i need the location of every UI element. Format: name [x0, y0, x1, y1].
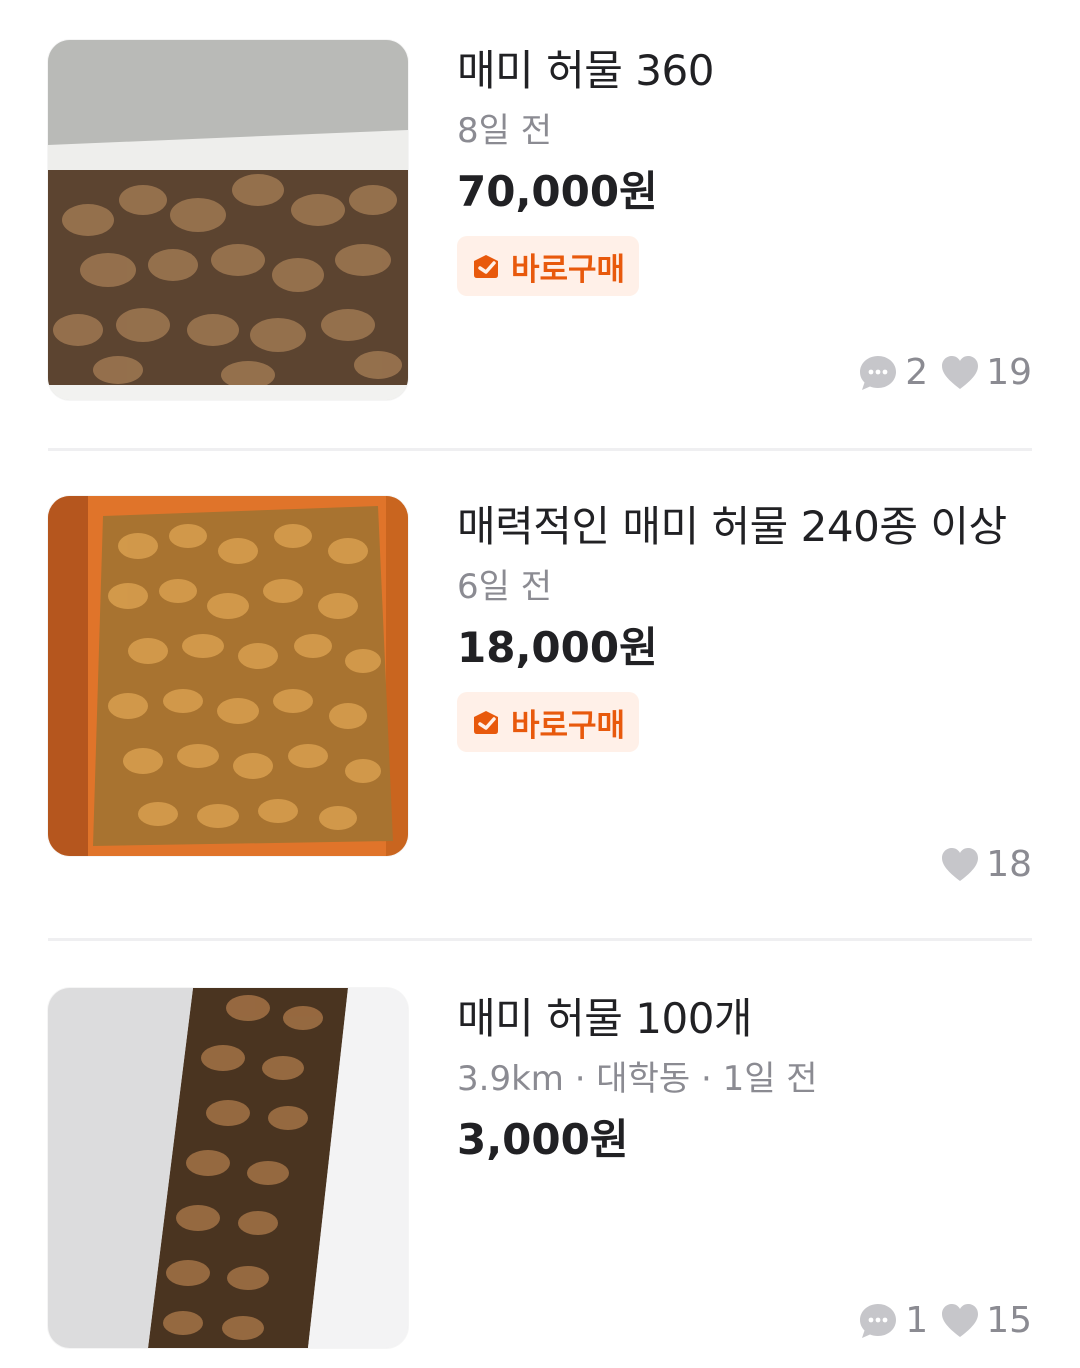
- bag-icon: [474, 711, 498, 734]
- listing-stats: 1 15: [857, 1300, 1032, 1341]
- cicada-shells-image: [48, 40, 408, 400]
- like-count: 18: [940, 844, 1032, 885]
- comment-count: 1: [857, 1300, 928, 1341]
- comment-count-value: 2: [905, 352, 929, 393]
- listing-meta: 3.9km · 대학동 · 1일 전: [457, 1059, 818, 1099]
- cicada-shells-image: [48, 496, 408, 856]
- listing-info: 매미 허물 360 8일 전 70,000원 바로구매: [457, 40, 1032, 296]
- like-count-value: 15: [986, 1300, 1032, 1341]
- listing-meta: 6일 전: [457, 567, 552, 607]
- listing-thumbnail[interactable]: [48, 496, 408, 856]
- listing-stats: 2 19: [857, 352, 1032, 393]
- heart-icon: [942, 1303, 979, 1337]
- listing-title[interactable]: 매력적인 매미 허물 240종 이상: [457, 496, 1027, 558]
- listing-title[interactable]: 매미 허물 360: [457, 40, 1027, 102]
- heart-icon: [942, 847, 979, 881]
- divider: [48, 448, 1032, 451]
- cicada-shells-image: [48, 988, 408, 1348]
- like-count: 15: [940, 1300, 1032, 1341]
- comment-count: 2: [857, 352, 928, 393]
- divider: [48, 938, 1032, 941]
- list-item[interactable]: 매미 허물 360 8일 전 70,000원 바로구매 2 19: [48, 40, 1032, 402]
- heart-icon: [942, 355, 979, 389]
- like-count: 19: [940, 352, 1032, 393]
- listing-meta: 8일 전: [457, 111, 552, 151]
- like-count-value: 19: [986, 352, 1032, 393]
- list-item[interactable]: 매미 허물 100개 3.9km · 대학동 · 1일 전 3,000원 1 1…: [48, 988, 1032, 1350]
- comment-count-value: 1: [905, 1300, 929, 1341]
- listing-price: 18,000원: [457, 623, 658, 672]
- listing-stats: 18: [940, 844, 1032, 885]
- list-item[interactable]: 매력적인 매미 허물 240종 이상 6일 전 18,000원 바로구매 18: [48, 496, 1032, 885]
- badge-label: 바로구매: [511, 251, 626, 288]
- listing-info: 매력적인 매미 허물 240종 이상 6일 전 18,000원 바로구매: [457, 496, 1032, 752]
- direct-buy-badge: 바로구매: [457, 236, 640, 296]
- chat-bubble-icon: [860, 1303, 897, 1338]
- like-count-value: 18: [986, 844, 1032, 885]
- listing-info: 매미 허물 100개 3.9km · 대학동 · 1일 전 3,000원: [457, 988, 1032, 1170]
- listing-title[interactable]: 매미 허물 100개: [457, 988, 1027, 1050]
- listing-price: 3,000원: [457, 1115, 629, 1164]
- direct-buy-badge: 바로구매: [457, 692, 640, 752]
- badge-label: 바로구매: [511, 707, 626, 744]
- listing-list: 매미 허물 360 8일 전 70,000원 바로구매 2 19 매력적인 매미…: [0, 0, 1080, 1368]
- listing-thumbnail[interactable]: [48, 988, 408, 1348]
- listing-thumbnail[interactable]: [48, 40, 408, 400]
- chat-bubble-icon: [860, 355, 897, 390]
- listing-price: 70,000원: [457, 167, 658, 216]
- bag-icon: [474, 255, 498, 278]
